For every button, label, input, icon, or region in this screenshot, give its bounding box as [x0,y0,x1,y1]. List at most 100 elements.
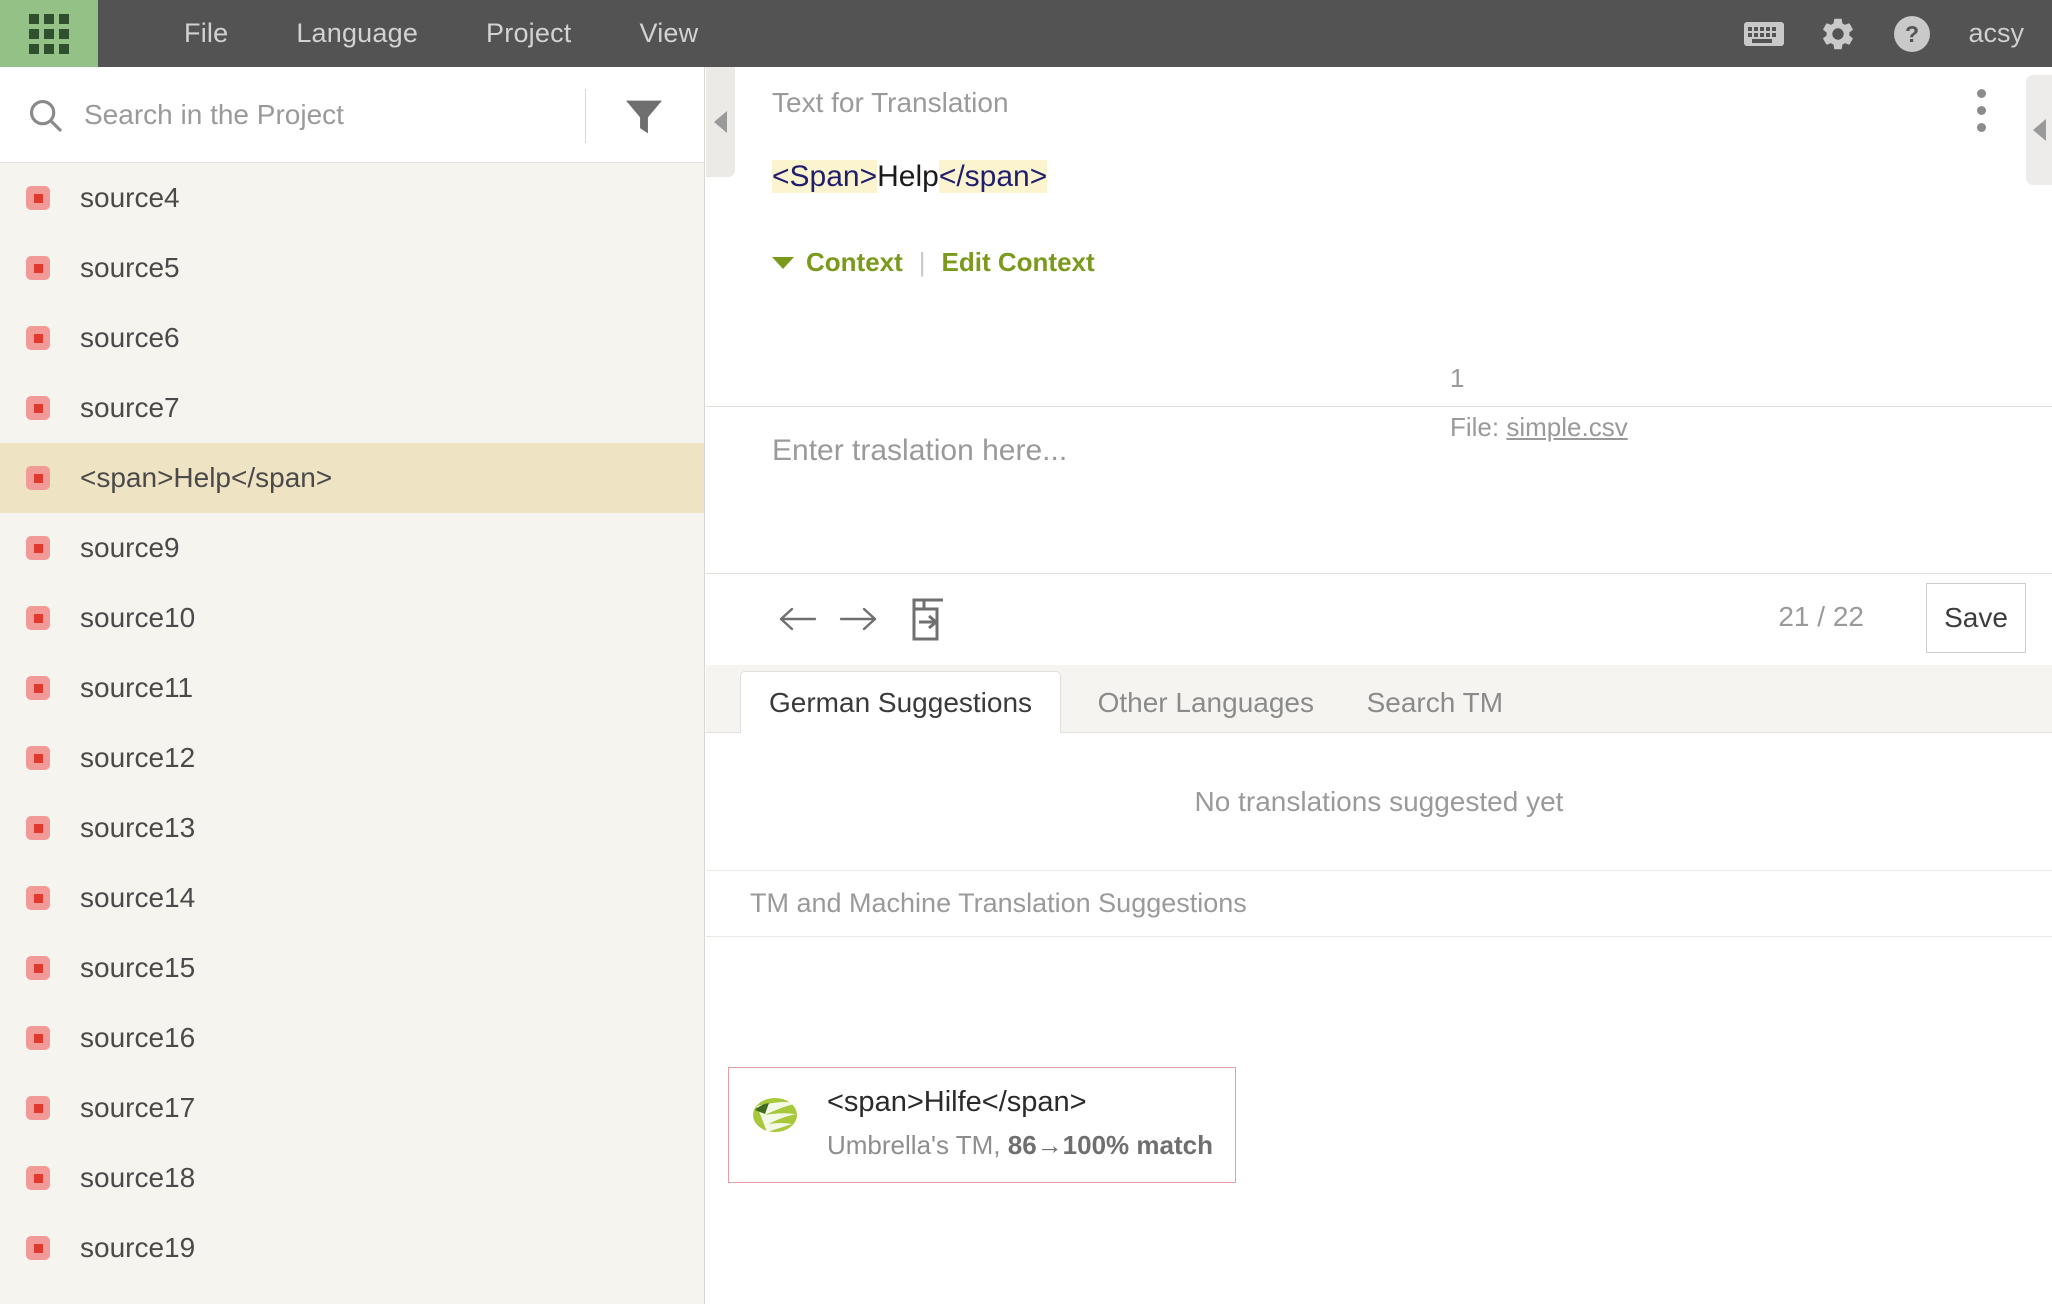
search-bar [0,67,704,163]
list-item[interactable]: source14 [0,863,704,933]
list-item-label: source11 [80,672,194,703]
list-item-label: source5 [80,252,180,283]
segment-status-icon [26,1166,50,1190]
suggestion-tabs: German Suggestions Other Languages Search … [706,665,2052,734]
tm-suggestion-text: <span>Hilfe</span> [827,1086,1087,1118]
project-sidebar: source4 source5 source6 source7 <span>Help</… [0,67,705,1304]
list-item-label: source10 [80,602,196,633]
arrow-right-icon[interactable] [828,589,888,649]
list-item-label: source17 [80,1092,196,1123]
tm-suggestion-meta: Umbrella's TM, 86→100% match [827,1130,1213,1161]
tm-provider-logo-icon [751,1090,801,1140]
list-item-label: source6 [80,322,180,353]
segment-status-icon [26,466,50,490]
top-bar-right: ? acsy [1742,0,2052,67]
translation-input[interactable] [772,434,1922,468]
top-bar: File Language Project View ? acsy [0,0,2052,67]
list-item[interactable]: source4 [0,163,704,233]
source-body: Help [877,160,939,193]
list-item[interactable]: source11 [0,653,704,723]
suggestions-empty-state: No translations suggested yet [706,733,2052,871]
list-item[interactable]: source12 [0,723,704,793]
segment-status-icon [26,536,50,560]
segment-counter: 21 / 22 [1778,601,1864,632]
menu-item-view[interactable]: View [605,0,732,67]
gear-icon[interactable] [1816,12,1860,56]
tm-suggestion-card[interactable]: <span>Hilfe</span> Umbrella's TM, 86→100… [728,1067,1236,1183]
list-item-label: source18 [80,1162,196,1193]
tab-search-tm[interactable]: Search TM [1339,672,1531,733]
list-item[interactable]: source17 [0,1073,704,1143]
segment-list[interactable]: source4 source5 source6 source7 <span>Help</… [0,163,704,1304]
menu-item-project[interactable]: Project [452,0,605,67]
segment-status-icon [26,956,50,980]
segment-status-icon [26,186,50,210]
list-item[interactable]: source9 [0,513,704,583]
tab-other-languages[interactable]: Other Languages [1070,672,1342,733]
list-item[interactable]: source19 [0,1213,704,1283]
tm-suggestion-body: <span>Hilfe</span> Umbrella's TM, 86→100… [827,1086,1213,1161]
segment-status-icon [26,396,50,420]
list-item[interactable]: source7 [0,373,704,443]
target-editor[interactable] [706,406,2052,573]
segment-status-icon [26,256,50,280]
list-item-label: <span>Help</span> [80,462,333,493]
segment-status-icon [26,746,50,770]
help-icon[interactable]: ? [1890,12,1934,56]
action-bar: 21 / 22 Save [706,573,2052,664]
apps-launcher-button[interactable] [0,0,98,67]
list-item[interactable]: source5 [0,233,704,303]
source-open-tag: <Span> [772,160,878,193]
list-item[interactable]: source6 [0,303,704,373]
list-item-label: source16 [80,1022,196,1053]
more-vertical-icon[interactable] [1977,89,1986,132]
context-separator: | [918,247,926,277]
arrow-left-icon[interactable] [768,589,828,649]
list-item-label: source15 [80,952,196,983]
segment-status-icon [26,886,50,910]
list-item-label: source13 [80,812,196,843]
main-menu: File Language Project View [150,0,732,67]
keyboard-icon[interactable] [1742,12,1786,56]
segment-status-icon [26,816,50,840]
list-item[interactable]: <span>Help</span> [0,443,704,513]
segment-status-icon [26,326,50,350]
segment-status-icon [26,606,50,630]
menu-item-file[interactable]: File [150,0,262,67]
list-item-label: source19 [80,1232,196,1263]
source-header: Text for Translation [706,67,2052,139]
filter-funnel-icon[interactable] [620,97,668,137]
menu-item-language[interactable]: Language [262,0,452,67]
search-input[interactable] [84,98,604,131]
segment-status-icon [26,1236,50,1260]
context-row: Context | Edit Context [772,247,1095,278]
list-item-label: source7 [80,392,180,423]
segment-status-icon [26,1096,50,1120]
tm-section-header: TM and Machine Translation Suggestions [706,871,2052,937]
list-item-label: source14 [80,882,196,913]
list-item[interactable]: source15 [0,933,704,1003]
source-text: <Span>Help</span> [772,157,1048,196]
segment-status-icon [26,676,50,700]
edit-context-link[interactable]: Edit Context [942,247,1095,278]
list-item[interactable]: source13 [0,793,704,863]
context-number: 1 [1450,363,1465,393]
save-button[interactable]: Save [1926,583,2026,653]
tm-match-label: 86→100% match [1007,1130,1213,1161]
chevron-down-icon[interactable] [772,256,794,269]
list-item[interactable]: source16 [0,1003,704,1073]
svg-text:?: ? [1905,21,1919,47]
list-item[interactable]: source10 [0,583,704,653]
page-title: Text for Translation [772,87,1009,118]
apps-grid-icon [29,13,69,54]
list-item-label: source4 [80,182,180,213]
copy-source-to-target-icon[interactable] [902,589,962,649]
search-divider [585,89,586,143]
list-item[interactable]: source18 [0,1143,704,1213]
tab-german-suggestions[interactable]: German Suggestions [740,671,1062,734]
segment-status-icon [26,1026,50,1050]
source-close-tag: </span> [938,160,1048,193]
user-account-label[interactable]: acsy [1964,18,2024,49]
list-item-label: source9 [80,532,180,563]
context-toggle[interactable]: Context [806,247,903,278]
